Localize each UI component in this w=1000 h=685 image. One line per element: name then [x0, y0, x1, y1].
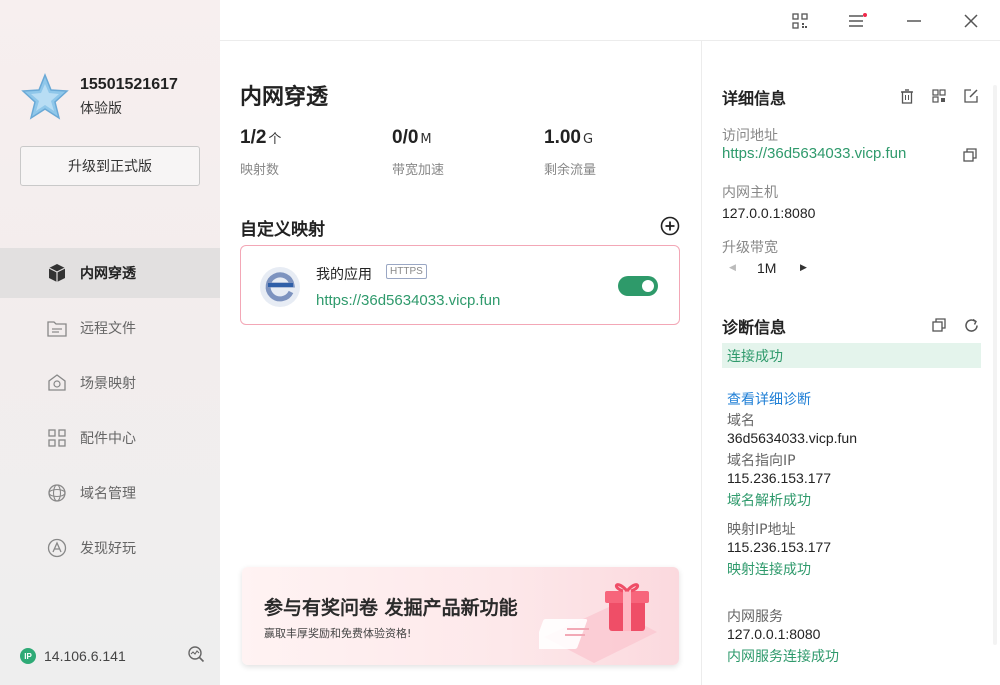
- domain-resolve-status: 域名解析成功: [727, 493, 811, 509]
- bandwidth-decrease-icon[interactable]: ◀: [729, 263, 736, 273]
- copy-url-icon[interactable]: [963, 147, 977, 166]
- sidebar-nav: 内网穿透 远程文件 场景映射 配件中心 域名管理 发现好玩: [0, 248, 220, 578]
- cube-icon: [46, 262, 68, 284]
- mapping-card[interactable]: 我的应用 HTTPS https://36d5634033.vicp.fun: [240, 245, 680, 325]
- banner-subtitle: 赢取丰厚奖励和免费体验资格!: [264, 627, 412, 640]
- intranet-service-label: 内网服务: [727, 609, 783, 625]
- access-url-link[interactable]: https://36d5634033.vicp.fun: [722, 145, 906, 162]
- avatar[interactable]: [20, 72, 70, 122]
- title-bar: [220, 0, 1000, 41]
- gift-illustration-icon: [539, 583, 657, 663]
- copy-diagnostics-icon[interactable]: [930, 316, 948, 334]
- toggle-knob: [642, 280, 654, 292]
- stat-label: 带宽加速: [392, 163, 445, 178]
- sidebar: 15501521617 体验版 升级到正式版 内网穿透 远程文件 场景映射 配件…: [0, 0, 220, 685]
- close-icon[interactable]: [958, 8, 984, 34]
- sidebar-item-label: 内网穿透: [80, 266, 136, 282]
- scene-icon: [46, 372, 68, 394]
- details-title: 详细信息: [722, 89, 787, 108]
- menu-icon[interactable]: [844, 8, 870, 34]
- sidebar-item-label: 场景映射: [80, 376, 136, 392]
- user-info: 15501521617 体验版: [20, 72, 178, 122]
- page-title: 内网穿透: [240, 85, 329, 110]
- sidebar-item-accessories[interactable]: 配件中心: [0, 413, 220, 463]
- public-ip-value: 14.106.6.141: [44, 648, 126, 664]
- qrcode-share-icon[interactable]: [930, 87, 948, 105]
- stat-mappings: 1/2 个 映射数: [240, 127, 392, 178]
- grid-icon: [46, 427, 68, 449]
- protocol-badge: HTTPS: [386, 264, 427, 279]
- public-ip: IP 14.106.6.141: [20, 648, 126, 664]
- scrollbar[interactable]: [993, 85, 997, 645]
- domain-ip-value: 115.236.153.177: [727, 470, 832, 486]
- banner-title: 参与有奖问卷 发掘产品新功能: [264, 597, 518, 619]
- intranet-service-value: 127.0.0.1:8080: [727, 626, 821, 642]
- stat-unit: G: [582, 132, 594, 147]
- refresh-icon[interactable]: [962, 316, 980, 334]
- sidebar-footer: IP 14.106.6.141: [20, 645, 205, 667]
- sidebar-item-scene-mapping[interactable]: 场景映射: [0, 358, 220, 408]
- domain-label: 域名: [727, 413, 755, 429]
- stat-value: 0/0: [392, 127, 419, 148]
- mapping-connect-status: 映射连接成功: [727, 562, 811, 578]
- domain-ip-label: 域名指向IP: [727, 453, 796, 469]
- stat-unit: M: [420, 132, 432, 147]
- stats-row: 1/2 个 映射数 0/0 M 带宽加速 1.00 G 剩余流量: [240, 127, 696, 178]
- sidebar-item-label: 域名管理: [80, 486, 136, 502]
- stat-label: 映射数: [240, 163, 280, 178]
- sidebar-item-discover[interactable]: 发现好玩: [0, 523, 220, 573]
- stat-value: 1.00: [544, 127, 581, 148]
- access-address-label: 访问地址: [722, 128, 778, 144]
- upgrade-bandwidth-label: 升级带宽: [722, 240, 778, 256]
- mapping-toggle[interactable]: [618, 276, 658, 296]
- qrcode-icon[interactable]: [787, 8, 813, 34]
- star-avatar-icon: [21, 72, 69, 120]
- user-plan: 体验版: [80, 101, 122, 117]
- bandwidth-increase-icon[interactable]: ▶: [800, 263, 807, 273]
- upgrade-button[interactable]: 升级到正式版: [20, 146, 200, 186]
- app-name: 我的应用: [316, 267, 372, 283]
- details-actions: [884, 87, 980, 105]
- bandwidth-value: 1M: [757, 260, 777, 276]
- notification-dot: [863, 13, 867, 17]
- mapping-ip-label: 映射IP地址: [727, 522, 796, 538]
- diagnostics-actions: [916, 316, 980, 334]
- sidebar-item-label: 远程文件: [80, 321, 136, 337]
- sidebar-item-label: 发现好玩: [80, 541, 136, 557]
- intranet-service-status: 内网服务连接成功: [727, 649, 839, 665]
- diagnostics-title: 诊断信息: [722, 318, 787, 337]
- custom-mapping-title: 自定义映射: [240, 220, 325, 240]
- main-panel: 内网穿透 1/2 个 映射数 0/0 M 带宽加速 1.00 G 剩余流量 自定义映射…: [220, 41, 701, 685]
- domain-value: 36d5634033.vicp.fun: [727, 430, 857, 446]
- stat-traffic: 1.00 G 剩余流量: [544, 127, 696, 178]
- view-diagnostics-link[interactable]: 查看详细诊断: [727, 389, 811, 409]
- detail-panel: 详细信息 访问地址 https://36d5634033.vicp.fun 内网…: [701, 41, 1000, 685]
- delete-icon[interactable]: [898, 87, 916, 105]
- stat-bandwidth: 0/0 M 带宽加速: [392, 127, 544, 178]
- sidebar-item-label: 配件中心: [80, 431, 136, 447]
- stat-unit: 个: [268, 132, 282, 147]
- discover-icon: [46, 537, 68, 559]
- folder-icon: [46, 317, 68, 339]
- stat-value: 1/2: [240, 127, 267, 148]
- app-web-icon: [259, 266, 301, 308]
- minimize-icon[interactable]: [901, 8, 927, 34]
- user-phone: 15501521617: [80, 76, 178, 93]
- domain-icon: [46, 482, 68, 504]
- sidebar-item-domains[interactable]: 域名管理: [0, 468, 220, 518]
- add-mapping-icon[interactable]: [660, 216, 680, 236]
- stat-label: 剩余流量: [544, 163, 597, 178]
- network-check-icon[interactable]: [187, 645, 205, 667]
- edit-icon[interactable]: [962, 87, 980, 105]
- ip-badge-icon: IP: [20, 648, 36, 664]
- intranet-host-value: 127.0.0.1:8080: [722, 205, 816, 221]
- survey-banner[interactable]: 参与有奖问卷 发掘产品新功能 赢取丰厚奖励和免费体验资格!: [242, 567, 679, 665]
- mapping-ip-value: 115.236.153.177: [727, 539, 832, 555]
- intranet-host-label: 内网主机: [722, 185, 778, 201]
- connection-status: 连接成功: [722, 343, 981, 368]
- sidebar-item-remote-files[interactable]: 远程文件: [0, 303, 220, 353]
- sidebar-item-tunnel[interactable]: 内网穿透: [0, 248, 220, 298]
- app-url-link[interactable]: https://36d5634033.vicp.fun: [316, 292, 500, 309]
